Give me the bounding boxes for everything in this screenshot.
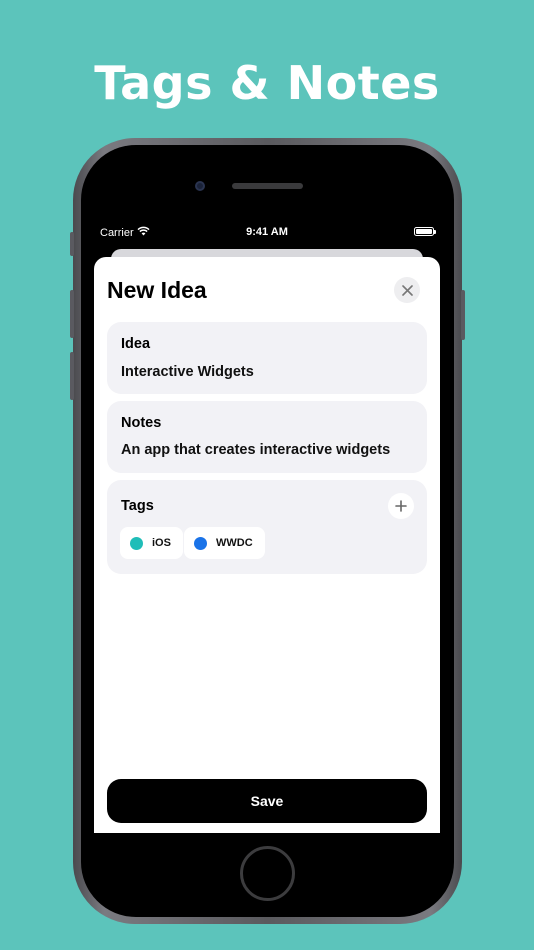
page-headline: Tags & Notes <box>94 56 440 110</box>
earpiece-speaker <box>232 183 303 189</box>
tag-label: iOS <box>152 537 171 549</box>
power-button <box>461 290 465 340</box>
notes-label: Notes <box>121 415 162 431</box>
idea-input[interactable]: Interactive Widgets <box>121 364 254 380</box>
mute-switch <box>70 232 74 256</box>
new-idea-sheet: New Idea Idea Interactive Widgets Notes … <box>94 257 440 833</box>
clock: 9:41 AM <box>246 226 288 238</box>
notes-input[interactable]: An app that creates interactive widgets <box>121 442 390 458</box>
tags-field: Tags iOS WWDC <box>107 480 427 574</box>
front-camera <box>195 181 205 191</box>
volume-up-button <box>70 290 74 338</box>
tag-chip-wwdc[interactable]: WWDC <box>184 527 265 559</box>
tag-label: WWDC <box>216 537 253 549</box>
volume-down-button <box>70 352 74 400</box>
idea-label: Idea <box>121 336 151 352</box>
status-bar: Carrier 9:41 AM <box>94 222 440 244</box>
idea-field[interactable]: Idea Interactive Widgets <box>107 322 427 394</box>
home-button[interactable] <box>240 846 295 901</box>
plus-icon <box>395 500 407 512</box>
close-button[interactable] <box>394 277 420 303</box>
add-tag-button[interactable] <box>388 493 414 519</box>
notes-field[interactable]: Notes An app that creates interactive wi… <box>107 401 427 473</box>
sheet-title: New Idea <box>107 277 207 303</box>
tag-color-dot <box>194 536 207 550</box>
save-button[interactable]: Save <box>107 779 427 823</box>
battery-icon <box>414 227 436 236</box>
close-icon <box>401 284 413 296</box>
tag-color-dot <box>130 536 143 550</box>
tag-chip-ios[interactable]: iOS <box>120 527 183 559</box>
tags-label: Tags <box>121 498 154 514</box>
